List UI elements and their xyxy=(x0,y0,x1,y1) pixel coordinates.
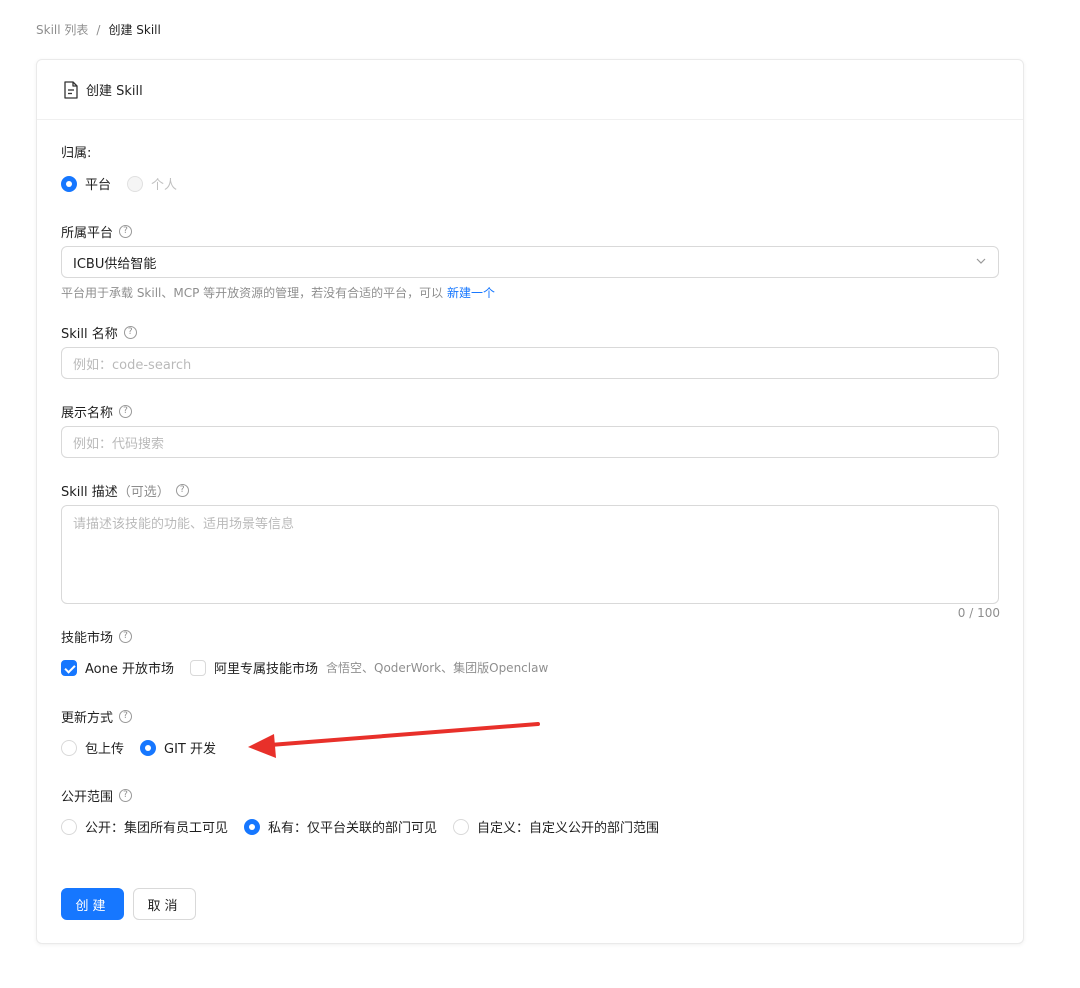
update-mode-option-git[interactable]: GIT 开发 xyxy=(140,738,216,757)
platform-select-value: ICBU供给智能 xyxy=(73,256,157,272)
ownership-option-platform[interactable]: 平台 xyxy=(61,174,111,193)
ownership-label: 归属: xyxy=(61,142,91,161)
radio-checked-icon[interactable] xyxy=(244,818,261,835)
radio-checked-icon[interactable] xyxy=(140,739,157,756)
question-circle-icon[interactable]: ? xyxy=(119,630,133,643)
update-mode-radio-group: 包上传 GIT 开发 xyxy=(61,738,232,757)
update-mode-label-text: 更新方式 xyxy=(61,711,114,726)
display-name-label-text: 展示名称 xyxy=(61,406,114,421)
breadcrumb-parent-link[interactable]: Skill 列表 xyxy=(36,21,88,38)
checkbox-checked-icon[interactable] xyxy=(61,659,77,676)
platform-select[interactable]: ICBU供给智能 xyxy=(61,246,999,278)
platform-label: 所属平台 ? xyxy=(61,222,133,241)
radio-checked-icon[interactable] xyxy=(61,175,77,192)
visibility-radio-group: 公开：集团所有员工可见 私有：仅平台关联的部门可见 自定义：自定义公开的部门范围 xyxy=(61,817,675,836)
question-circle-icon[interactable]: ? xyxy=(119,225,133,238)
question-circle-icon[interactable]: ? xyxy=(123,326,137,339)
market-option-aone-label: Aone 开放市场 xyxy=(85,662,174,677)
description-label-text: Skill 描述 xyxy=(61,485,118,500)
market-label: 技能市场 ? xyxy=(61,627,133,646)
radio-disabled-icon xyxy=(127,175,144,192)
radio-unchecked-icon[interactable] xyxy=(453,818,470,835)
skill-name-label: Skill 名称 ? xyxy=(61,323,137,342)
platform-label-text: 所属平台 xyxy=(61,226,114,241)
question-circle-icon[interactable]: ? xyxy=(119,789,133,802)
platform-hint: 平台用于承载 Skill、MCP 等开放资源的管理，若没有合适的平台，可以 新建… xyxy=(61,284,495,301)
description-placeholder: 请描述该技能的功能、适用场景等信息 xyxy=(73,517,295,532)
radio-unchecked-icon[interactable] xyxy=(61,818,77,835)
breadcrumb-separator: / xyxy=(96,22,101,37)
description-optional-text: （可选） xyxy=(117,485,170,500)
visibility-label-text: 公开范围 xyxy=(61,790,114,805)
visibility-option-custom-label: 自定义：自定义公开的部门范围 xyxy=(477,821,660,836)
visibility-option-private-label: 私有：仅平台关联的部门可见 xyxy=(268,821,438,836)
description-label: Skill 描述 （可选） ? xyxy=(61,481,189,500)
create-skill-card: 创建 Skill 归属: 平台 个人 所属平台 ? ICBU供给智能 平台用于承… xyxy=(36,59,1024,944)
create-platform-link[interactable]: 新建一个 xyxy=(447,286,495,300)
update-mode-label: 更新方式 ? xyxy=(61,707,133,726)
market-label-text: 技能市场 xyxy=(61,631,114,646)
market-option-aone[interactable]: Aone 开放市场 xyxy=(61,658,174,677)
ownership-option-platform-label: 平台 xyxy=(85,178,112,193)
market-option-ali-note: 含悟空、QoderWork、集团版Openclaw xyxy=(326,661,549,675)
breadcrumb: Skill 列表 / 创建 Skill xyxy=(36,21,161,38)
market-checkbox-group: Aone 开放市场 阿里专属技能市场 含悟空、QoderWork、集团版Open… xyxy=(61,658,548,677)
chevron-down-icon xyxy=(976,258,986,264)
market-option-ali-label: 阿里专属技能市场 xyxy=(214,662,319,677)
question-circle-icon[interactable]: ? xyxy=(119,405,133,418)
update-mode-option-package[interactable]: 包上传 xyxy=(61,738,124,757)
create-button[interactable]: 创建 xyxy=(61,888,124,920)
skill-name-placeholder: 例如：code-search xyxy=(73,357,192,373)
skill-name-label-text: Skill 名称 xyxy=(61,327,118,342)
card-header: 创建 Skill xyxy=(37,60,1023,120)
ownership-option-personal-label: 个人 xyxy=(151,178,178,193)
visibility-option-public-label: 公开：集团所有员工可见 xyxy=(85,821,229,836)
update-mode-option-git-label: GIT 开发 xyxy=(164,742,216,757)
update-mode-option-package-label: 包上传 xyxy=(85,742,125,757)
display-name-placeholder: 例如：代码搜索 xyxy=(73,436,165,452)
display-name-label: 展示名称 ? xyxy=(61,402,133,421)
question-circle-icon[interactable]: ? xyxy=(119,710,133,723)
visibility-option-custom[interactable]: 自定义：自定义公开的部门范围 xyxy=(453,817,659,836)
visibility-option-private[interactable]: 私有：仅平台关联的部门可见 xyxy=(244,817,437,836)
display-name-input[interactable]: 例如：代码搜索 xyxy=(61,426,999,458)
breadcrumb-current: 创建 Skill xyxy=(108,23,161,37)
market-option-ali[interactable]: 阿里专属技能市场 xyxy=(190,658,318,677)
ownership-radio-group: 平台 个人 xyxy=(61,174,193,193)
platform-hint-text: 平台用于承载 Skill、MCP 等开放资源的管理，若没有合适的平台，可以 xyxy=(61,286,444,300)
ownership-label-text: 归属: xyxy=(61,146,92,161)
description-textarea[interactable]: 请描述该技能的功能、适用场景等信息 xyxy=(61,505,999,604)
ownership-option-personal: 个人 xyxy=(127,174,177,193)
question-circle-icon[interactable]: ? xyxy=(175,484,189,497)
radio-unchecked-icon[interactable] xyxy=(61,739,77,756)
visibility-option-public[interactable]: 公开：集团所有员工可见 xyxy=(61,817,228,836)
annotation-arrow-icon xyxy=(248,722,540,758)
card-title: 创建 Skill xyxy=(86,84,143,99)
visibility-label: 公开范围 ? xyxy=(61,786,133,805)
checkbox-unchecked-icon[interactable] xyxy=(190,659,206,676)
description-char-counter: 0 / 100 xyxy=(957,606,1000,620)
cancel-button[interactable]: 取消 xyxy=(133,888,196,920)
skill-name-input[interactable]: 例如：code-search xyxy=(61,347,999,379)
file-text-icon xyxy=(63,80,79,99)
